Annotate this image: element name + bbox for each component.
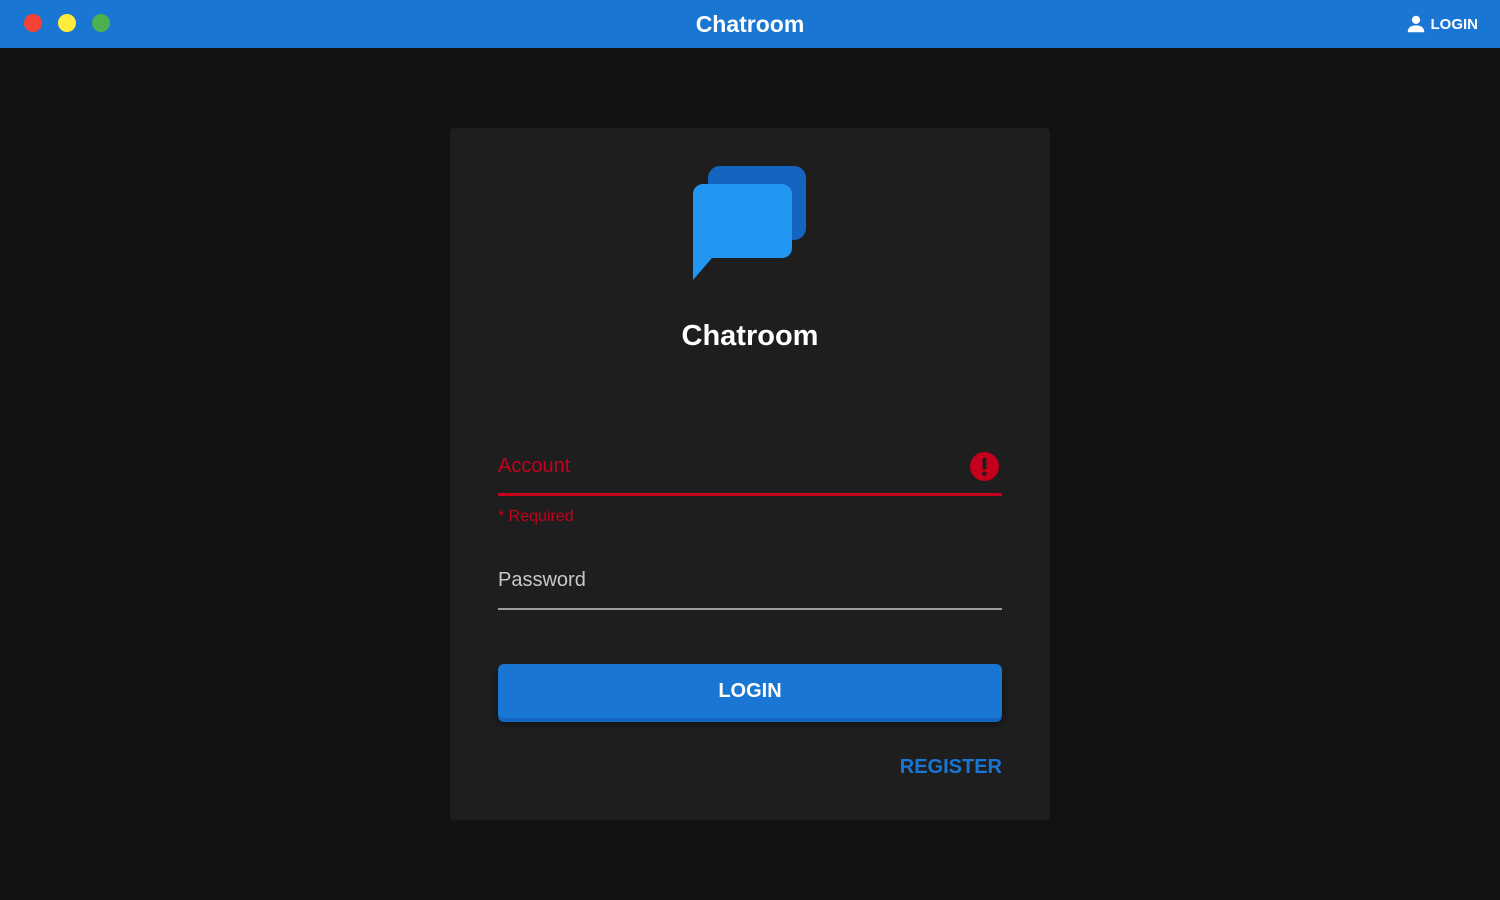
- chat-bubbles-icon: [692, 166, 806, 280]
- account-error-message: * Required: [498, 508, 574, 525]
- app-title: Chatroom: [695, 11, 805, 37]
- account-field: [498, 446, 1002, 496]
- header-login-label: LOGIN: [1430, 15, 1479, 33]
- register-link[interactable]: REGISTER: [900, 756, 1002, 779]
- maximize-window-button[interactable]: [92, 14, 110, 32]
- login-card: Chatroom * Required LOGIN REGISTER: [450, 128, 1050, 820]
- title-bar: Chatroom LOGIN: [0, 0, 1500, 48]
- close-window-button[interactable]: [24, 14, 42, 32]
- minimize-window-button[interactable]: [58, 14, 76, 32]
- card-title: Chatroom: [681, 320, 819, 352]
- password-field: [498, 560, 1002, 610]
- login-button[interactable]: LOGIN: [498, 664, 1002, 718]
- header-login-button[interactable]: LOGIN: [1405, 12, 1479, 36]
- password-input[interactable]: [498, 560, 958, 600]
- person-icon: [1407, 15, 1424, 33]
- account-input[interactable]: [498, 446, 958, 486]
- error-icon: [969, 451, 1000, 482]
